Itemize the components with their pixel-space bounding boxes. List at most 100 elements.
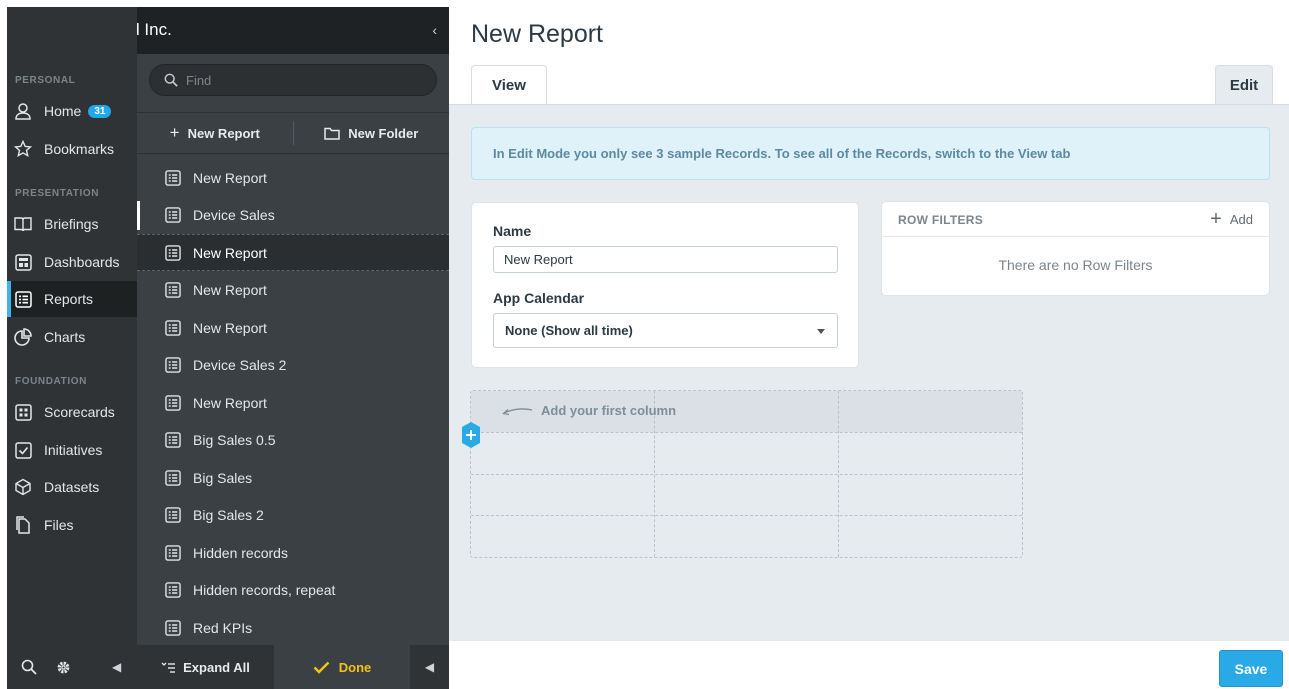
new-folder-button[interactable]: New Folder — [294, 113, 450, 153]
nav-item-dashboards[interactable]: Dashboards — [7, 244, 137, 280]
report-list-item[interactable]: Big Sales 0.5 — [137, 422, 449, 459]
nav-item-charts[interactable]: Charts — [7, 319, 137, 355]
checkmark-icon — [313, 661, 330, 674]
done-button[interactable]: Done — [274, 645, 410, 689]
nav-footer: ◀ — [7, 645, 137, 689]
report-icon — [165, 619, 181, 636]
report-list-item[interactable]: New Report — [137, 384, 449, 421]
tab-view[interactable]: View — [471, 65, 547, 105]
add-column-button[interactable] — [461, 421, 481, 449]
report-list-item[interactable]: Big Sales — [137, 459, 449, 496]
report-icon — [165, 507, 181, 523]
grid-divider — [471, 515, 1022, 516]
report-list-item[interactable]: Hidden records, repeat — [137, 572, 449, 609]
report-icon — [13, 289, 33, 309]
plus-icon: + — [1210, 208, 1222, 230]
nav-item-label: Home — [44, 103, 82, 119]
pie-chart-icon — [13, 327, 33, 347]
new-folder-label: New Folder — [348, 125, 419, 141]
find-input[interactable] — [186, 72, 416, 88]
edit-content: In Edit Mode you only see 3 sample Recor… — [449, 105, 1289, 640]
report-icon — [165, 169, 181, 186]
row-filters-card: ROW FILTERS + Add There are no Row Filte… — [881, 201, 1270, 296]
nav-item-bookmarks[interactable]: Bookmarks — [7, 131, 137, 167]
column-grid: Add your first column — [470, 390, 1023, 558]
report-list-item[interactable]: New Report — [137, 159, 449, 196]
bottom-bar: Save — [449, 640, 1289, 689]
search-icon — [164, 73, 178, 87]
page-title: New Report — [471, 20, 603, 48]
nav-item-scorecards[interactable]: Scorecards — [7, 394, 137, 430]
nav-item-label: Datasets — [44, 479, 100, 495]
collapse-list-icon[interactable]: ◀ — [410, 645, 449, 689]
calendar-value: None (Show all time) — [505, 323, 633, 338]
report-list-item[interactable]: New Report — [137, 309, 449, 346]
column-hint-text: Add your first column — [541, 403, 677, 418]
nav-item-files[interactable]: Files — [7, 507, 137, 543]
report-list-item[interactable]: Red KPIs — [137, 609, 449, 646]
expand-icon — [161, 662, 176, 673]
section-personal: PERSONAL — [15, 75, 76, 86]
report-icon — [165, 469, 181, 486]
report-icon — [165, 432, 181, 448]
row-filters-empty: There are no Row Filters — [998, 257, 1153, 273]
edit-mode-banner: In Edit Mode you only see 3 sample Recor… — [471, 127, 1270, 180]
user-icon — [13, 101, 33, 121]
report-icon — [165, 282, 181, 298]
tab-edit[interactable]: Edit — [1215, 65, 1273, 106]
report-icon — [165, 582, 181, 598]
report-list-item[interactable]: Device Sales 2 — [137, 347, 449, 384]
search-icon[interactable] — [21, 659, 37, 675]
grid-divider — [471, 432, 1022, 433]
nav-item-briefings[interactable]: Briefings — [7, 206, 137, 242]
nav-item-datasets[interactable]: Datasets — [7, 469, 137, 505]
find-box[interactable] — [149, 64, 437, 96]
dashboard-icon — [13, 252, 33, 272]
report-list-item[interactable]: Device Sales — [137, 197, 449, 234]
book-icon — [13, 214, 33, 234]
cube-icon — [13, 477, 33, 497]
row-filters-title: ROW FILTERS — [898, 213, 984, 227]
expand-all-button[interactable]: Expand All — [137, 645, 274, 689]
row-filters-header: ROW FILTERS + Add — [882, 202, 1269, 237]
report-list-item-label: Hidden records — [193, 544, 288, 561]
arrow-left-icon — [501, 405, 533, 417]
chevron-left-icon[interactable]: ‹ — [432, 22, 437, 38]
new-report-button[interactable]: + New Report — [137, 113, 293, 153]
report-list-item-label: Hidden records, repeat — [193, 582, 336, 598]
collapse-arrow-icon[interactable]: ◀ — [112, 660, 121, 674]
name-field[interactable] — [493, 246, 838, 273]
list-footer: Expand All Done ◀ — [137, 645, 449, 689]
calendar-label: App Calendar — [493, 290, 585, 306]
nav-item-label: Charts — [44, 329, 86, 345]
report-icon — [165, 207, 181, 223]
done-label: Done — [338, 659, 372, 675]
notification-badge: 31 — [88, 104, 112, 118]
save-button[interactable]: Save — [1219, 650, 1283, 687]
grid-divider — [471, 474, 1022, 475]
nav-item-label: Initiatives — [44, 442, 103, 458]
calendar-select[interactable]: None (Show all time) — [493, 313, 838, 348]
nav-item-initiatives[interactable]: Initiatives — [7, 432, 137, 468]
report-list-item[interactable]: New Report — [137, 272, 449, 309]
report-icon — [165, 244, 181, 261]
report-list-item[interactable]: Big Sales 2 — [137, 497, 449, 534]
add-row-filter-button[interactable]: + Add — [1210, 208, 1253, 230]
nav-item-reports[interactable]: Reports — [7, 281, 137, 317]
report-list-item[interactable]: Hidden records — [137, 534, 449, 571]
nav-item-label: Scorecards — [44, 404, 115, 420]
report-list-item-label: New Report — [193, 394, 267, 411]
name-label: Name — [493, 223, 532, 239]
caret-down-icon — [817, 329, 825, 334]
nav-item-home[interactable]: Home 31 — [7, 93, 137, 129]
report-icon — [165, 319, 181, 336]
list-actions: + New Report New Folder — [137, 112, 449, 154]
expand-all-label: Expand All — [183, 659, 250, 675]
report-list-item[interactable]: New Report — [137, 234, 449, 271]
nav-item-label: Bookmarks — [44, 141, 115, 157]
nav-item-label: Briefings — [44, 216, 99, 232]
add-label: Add — [1229, 211, 1253, 227]
section-presentation: PRESENTATION — [15, 188, 100, 199]
gear-icon[interactable] — [55, 659, 72, 676]
report-list-item-label: New Report — [193, 282, 267, 298]
